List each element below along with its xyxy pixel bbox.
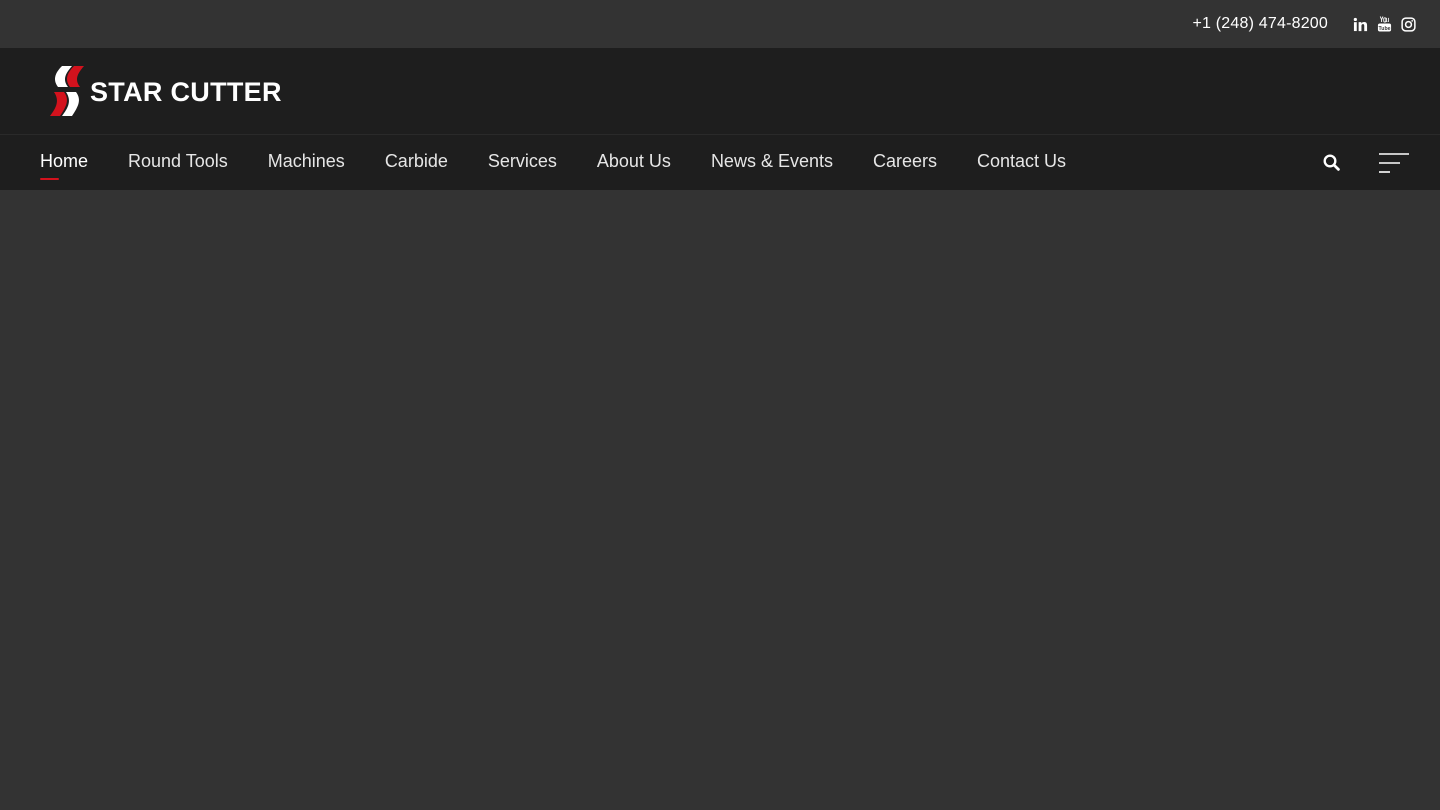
phone-number[interactable]: +1 (248) 474-8200 xyxy=(1192,15,1328,33)
site-logo[interactable]: STAR CUTTER xyxy=(48,65,282,117)
main-navigation: Home Round Tools Machines Carbide Servic… xyxy=(0,134,1440,190)
top-bar: +1 (248) 474-8200 Tube xyxy=(0,0,1440,48)
main-content xyxy=(0,190,1440,810)
svg-text:Tube: Tube xyxy=(1378,26,1390,32)
nav-item-carbide[interactable]: Carbide xyxy=(385,135,448,190)
brand-name: STAR CUTTER xyxy=(90,76,282,107)
logo-bar: STAR CUTTER xyxy=(0,48,1440,134)
social-links: Tube xyxy=(1352,16,1416,32)
nav-item-services[interactable]: Services xyxy=(488,135,557,190)
nav-item-machines[interactable]: Machines xyxy=(268,135,345,190)
nav-item-news-events[interactable]: News & Events xyxy=(711,135,833,190)
menu-icon[interactable] xyxy=(1378,151,1410,175)
nav-item-careers[interactable]: Careers xyxy=(873,135,937,190)
nav-item-home[interactable]: Home xyxy=(40,135,88,190)
nav-list: Home Round Tools Machines Carbide Servic… xyxy=(40,135,1323,190)
nav-tools xyxy=(1323,151,1410,175)
youtube-icon[interactable]: Tube xyxy=(1376,16,1392,32)
star-cutter-logo-mark-icon xyxy=(50,66,84,116)
instagram-icon[interactable] xyxy=(1400,16,1416,32)
search-icon[interactable] xyxy=(1323,154,1340,171)
nav-item-contact-us[interactable]: Contact Us xyxy=(977,135,1066,190)
nav-item-round-tools[interactable]: Round Tools xyxy=(128,135,228,190)
linkedin-icon[interactable] xyxy=(1352,16,1368,32)
nav-item-about-us[interactable]: About Us xyxy=(597,135,671,190)
